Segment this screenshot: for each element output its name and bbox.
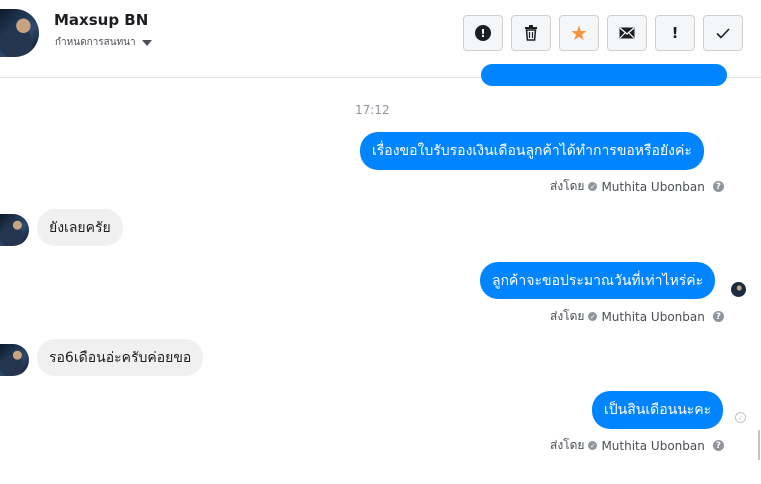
message-text: ยังเลยครัย <box>49 219 111 236</box>
exclamation-icon: ! <box>671 24 679 42</box>
sent-by-info: ส่งโดย ✓ Muthita Ubonban ? <box>550 307 724 326</box>
message-thread[interactable]: 17:12 เรื่องขอใบรับรองเงินเดือนลูกค้าได้… <box>0 64 761 484</box>
message-timestamp: 17:12 <box>355 103 390 117</box>
message-bubble-incoming[interactable]: รอ6เดือนอ่ะครับค่อยขอ <box>37 339 204 376</box>
conversation-settings-label: กำหนดการสนทนา <box>55 37 136 48</box>
checkmark-icon <box>716 27 730 39</box>
message-bubble-outgoing[interactable]: เรื่องขอใบรับรองเงินเดือนลูกค้าได้ทำการข… <box>360 132 704 170</box>
message-text: ลูกค้าจะขอประมาณวันที่เท่าไหร่ค่ะ <box>492 272 704 289</box>
verified-icon: ✓ <box>588 312 598 321</box>
message-bubble-outgoing[interactable]: ลูกค้าจะขอประมาณวันที่เท่าไหร่ค่ะ <box>480 262 716 299</box>
sent-status-icon: ✓ <box>735 412 746 423</box>
done-button[interactable] <box>703 15 743 51</box>
chevron-down-icon <box>141 39 152 46</box>
trash-icon <box>525 25 537 41</box>
message-text: เป็นสินเดือนนะคะ <box>604 402 712 418</box>
verified-icon: ✓ <box>588 441 598 450</box>
scrollbar[interactable] <box>758 430 760 460</box>
contact-avatar[interactable] <box>0 9 39 57</box>
sender-name[interactable]: Muthita Ubonban <box>601 310 704 324</box>
contact-avatar-small[interactable] <box>0 214 29 246</box>
contact-avatar-small[interactable] <box>0 344 29 376</box>
seen-by-avatar <box>731 282 746 297</box>
contact-name[interactable]: Maxsup BN <box>54 11 148 29</box>
envelope-icon <box>619 27 635 39</box>
conversation-settings-dropdown[interactable]: กำหนดการสนทนา <box>55 35 152 50</box>
star-button[interactable]: ★ <box>559 15 599 51</box>
message-bubble-incoming[interactable]: ยังเลยครัย <box>37 209 123 246</box>
sender-name[interactable]: Muthita Ubonban <box>601 439 704 453</box>
verified-icon: ✓ <box>588 182 598 191</box>
report-button[interactable]: ! <box>463 15 503 51</box>
help-icon[interactable]: ? <box>712 440 724 451</box>
mark-unread-button[interactable] <box>607 15 647 51</box>
sender-name[interactable]: Muthita Ubonban <box>601 180 704 194</box>
message-text: รอ6เดือนอ่ะครับค่อยขอ <box>49 349 192 366</box>
help-icon[interactable]: ? <box>712 311 724 322</box>
previous-message-bubble[interactable] <box>481 64 727 86</box>
delete-button[interactable] <box>511 15 551 51</box>
alert-circle-icon: ! <box>475 25 491 41</box>
conversation-toolbar: ! ★ ! <box>463 15 743 51</box>
sent-by-label: ส่งโดย <box>550 309 585 323</box>
sent-by-info: ส่งโดย ✓ Muthita Ubonban ? <box>550 436 724 455</box>
message-text: เรื่องขอใบรับรองเงินเดือนลูกค้าได้ทำการข… <box>372 143 692 159</box>
important-button[interactable]: ! <box>655 15 695 51</box>
sent-by-label: ส่งโดย <box>550 438 585 452</box>
help-icon[interactable]: ? <box>712 181 724 192</box>
sent-by-label: ส่งโดย <box>550 179 585 193</box>
sent-by-info: ส่งโดย ✓ Muthita Ubonban ? <box>550 177 724 196</box>
message-bubble-outgoing[interactable]: เป็นสินเดือนนะคะ <box>592 391 724 429</box>
star-icon: ★ <box>570 21 588 45</box>
